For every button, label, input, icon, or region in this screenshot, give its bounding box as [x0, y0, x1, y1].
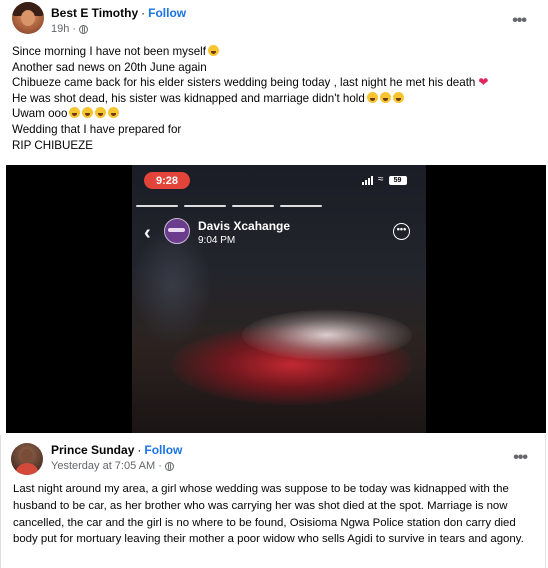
battery-icon: 59: [388, 175, 407, 185]
broken-heart-icon: ❤: [478, 75, 489, 90]
post-line: He was shot dead, his sister was kidnapp…: [12, 91, 532, 107]
separator-dot: ·: [137, 443, 142, 457]
post-line: Chibueze came back for his elder sisters…: [12, 75, 489, 90]
shared-author-avatar[interactable]: [11, 443, 43, 475]
author-name[interactable]: Best E Timothy: [51, 6, 138, 20]
story-avatar: [164, 218, 190, 244]
crying-emoji-icon: [95, 107, 107, 119]
post-line: RIP CHIBUEZE: [12, 138, 93, 152]
status-time: 9:28: [144, 172, 190, 189]
author-line: Best E Timothy · Follow: [51, 6, 186, 20]
shared-more-options-icon[interactable]: •••: [513, 449, 528, 467]
separator-dot: ·: [141, 6, 146, 20]
post-header: Best E Timothy · Follow 19h · •••: [0, 0, 548, 40]
shared-follow-button[interactable]: Follow: [144, 443, 182, 457]
author-avatar[interactable]: [12, 2, 44, 34]
shared-meta: Yesterday at 7:05 AM ·: [51, 460, 174, 472]
crying-emoji-icon: [82, 107, 94, 119]
crying-emoji-icon: [379, 91, 391, 103]
post-meta: 19h ·: [51, 23, 89, 35]
crying-emoji-icon: [108, 107, 120, 119]
post-video[interactable]: 9:28 ≈ 59 ‹ Davis Xcahange 9:04 PM •••: [6, 165, 546, 433]
shared-time[interactable]: Yesterday at 7:05 AM ·: [51, 460, 162, 472]
story-time: 9:04 PM: [198, 235, 236, 246]
crying-emoji-icon: [207, 45, 219, 56]
signal-icon: [362, 175, 373, 185]
globe-icon: [164, 461, 174, 471]
post-text: Since morning I have not been myself Ano…: [12, 44, 532, 153]
shared-author-name[interactable]: Prince Sunday: [51, 443, 134, 457]
crying-emoji-icon: [392, 91, 404, 103]
shared-post: Prince Sunday · Follow Yesterday at 7:05 A…: [0, 435, 546, 568]
crying-emoji-icon: [366, 91, 378, 103]
more-options-icon[interactable]: •••: [512, 12, 527, 30]
post-line: Since morning I have not been myself: [12, 44, 532, 60]
more-circle-icon[interactable]: •••: [393, 223, 410, 240]
battery-level: 59: [393, 176, 402, 184]
post-line: Another sad news on 20th June again: [12, 60, 207, 74]
post-line: Uwam ooo: [12, 106, 532, 122]
shared-text: Last night around my area, a girl whose …: [13, 483, 524, 546]
post-line: Wedding that I have prepared for: [12, 122, 182, 136]
globe-icon: [79, 24, 89, 34]
status-icons: ≈ 59: [362, 175, 407, 185]
wifi-icon: ≈: [378, 174, 384, 185]
crying-emoji-icon: [69, 107, 81, 119]
shared-author-line: Prince Sunday · Follow: [51, 443, 182, 457]
post-time[interactable]: 19h ·: [51, 23, 76, 35]
follow-button[interactable]: Follow: [148, 6, 186, 20]
chevron-left-icon[interactable]: ‹: [144, 223, 151, 243]
story-progress: [136, 205, 322, 207]
story-name: Davis Xcahange: [198, 219, 291, 233]
